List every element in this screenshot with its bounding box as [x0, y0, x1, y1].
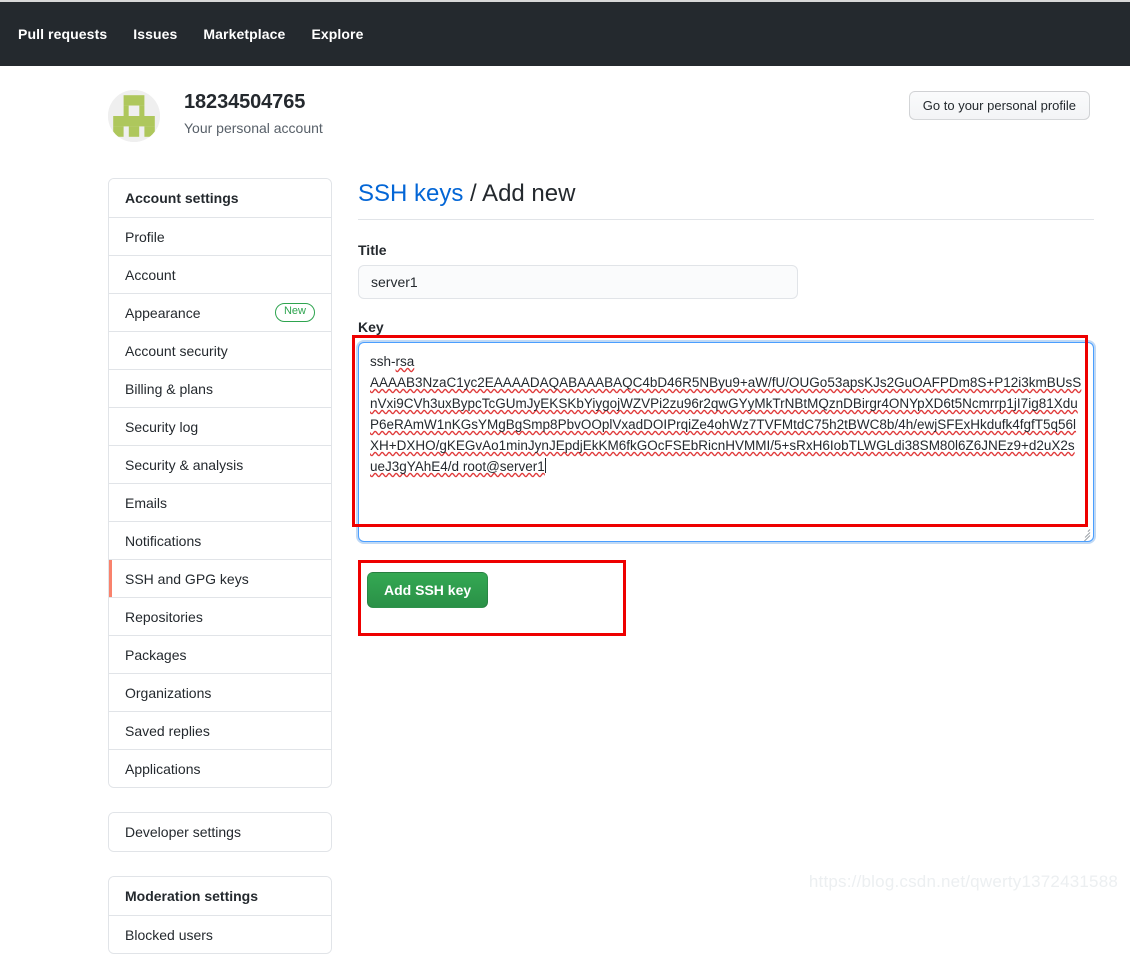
text-caret	[544, 458, 546, 474]
sidebar-item-appearance[interactable]: Appearance New	[109, 293, 331, 331]
sidebar-item-notifications[interactable]: Notifications	[109, 521, 331, 559]
sidebar-group-account-settings: Account settings Profile Account Appeara…	[108, 178, 332, 788]
title-field-label: Title	[358, 242, 387, 259]
sidebar-header-moderation-settings: Moderation settings	[109, 877, 331, 915]
sidebar-item-blocked-users[interactable]: Blocked users	[109, 915, 331, 953]
sidebar-item-repositories[interactable]: Repositories	[109, 597, 331, 635]
sidebar-item-security-and-analysis[interactable]: Security & analysis	[109, 445, 331, 483]
top-nav-links: Pull requests Issues Marketplace Explore	[18, 26, 364, 42]
sidebar-item-label: Account security	[125, 342, 228, 359]
sidebar-item-account[interactable]: Account	[109, 255, 331, 293]
sidebar-item-security-log[interactable]: Security log	[109, 407, 331, 445]
sidebar-item-saved-replies[interactable]: Saved replies	[109, 711, 331, 749]
sidebar-item-label: SSH and GPG keys	[125, 570, 249, 587]
resize-handle-icon[interactable]	[1077, 525, 1091, 542]
key-prefix-alg: rsa	[395, 354, 415, 370]
settings-sidebar: Account settings Profile Account Appeara…	[108, 178, 332, 978]
sidebar-item-label: Billing & plans	[125, 380, 213, 397]
page-body: Account settings Profile Account Appeara…	[0, 142, 1130, 978]
sidebar-item-profile[interactable]: Profile	[109, 217, 331, 255]
title-input[interactable]	[358, 265, 798, 300]
key-textarea[interactable]: ssh-rsa AAAAB3NzaC1yc2EAAAADAQABAAABAQC4b…	[358, 342, 1094, 543]
key-textarea-wrapper: ssh-rsa AAAAB3NzaC1yc2EAAAADAQABAAABAQC4b…	[352, 335, 1094, 543]
sidebar-item-label: Security log	[125, 418, 199, 435]
sidebar-item-billing-and-plans[interactable]: Billing & plans	[109, 369, 331, 407]
key-field-label: Key	[358, 319, 384, 336]
sidebar-group-developer-settings: Developer settings	[108, 812, 332, 852]
sidebar-item-label: Account	[125, 266, 176, 283]
sidebar-item-emails[interactable]: Emails	[109, 483, 331, 521]
sidebar-group-moderation-settings: Moderation settings Blocked users	[108, 876, 332, 954]
key-body: AAAAB3NzaC1yc2EAAAADAQABAAABAQC4bD46R5NB…	[370, 375, 1082, 475]
sidebar-item-account-security[interactable]: Account security	[109, 331, 331, 369]
nav-link-issues[interactable]: Issues	[133, 26, 177, 42]
sidebar-item-label: Saved replies	[125, 722, 210, 739]
page-title: SSH keys / Add new	[358, 178, 1094, 221]
go-to-personal-profile-button[interactable]: Go to your personal profile	[908, 91, 1090, 120]
new-badge: New	[274, 303, 315, 322]
add-ssh-key-button[interactable]: Add SSH key	[367, 572, 489, 609]
sidebar-item-label: Profile	[125, 228, 165, 245]
nav-link-explore[interactable]: Explore	[311, 26, 363, 42]
sidebar-item-ssh-and-gpg-keys[interactable]: SSH and GPG keys	[109, 559, 331, 597]
sidebar-header-label: Account settings	[125, 190, 239, 206]
sidebar-item-label: Security & analysis	[125, 456, 244, 473]
account-meta: 18234504765 Your personal account	[184, 88, 323, 136]
sidebar-item-packages[interactable]: Packages	[109, 635, 331, 673]
sidebar-item-organizations[interactable]: Organizations	[109, 673, 331, 711]
sidebar-item-applications[interactable]: Applications	[109, 749, 331, 787]
main-content: SSH keys / Add new Title Key ssh-rsa AAAA…	[332, 178, 1130, 637]
submit-zone: Add SSH key	[358, 560, 626, 637]
breadcrumb-ssh-keys-link[interactable]: SSH keys	[358, 180, 463, 207]
key-prefix: ssh-	[370, 354, 396, 370]
account-name: 18234504765	[184, 91, 306, 113]
sidebar-item-label: Appearance	[125, 304, 201, 321]
sidebar-item-label: Repositories	[125, 608, 203, 625]
page-title-suffix: / Add new	[463, 180, 576, 207]
identicon-avatar-icon	[108, 90, 160, 142]
sidebar-item-label: Notifications	[125, 532, 202, 549]
sidebar-item-developer-settings[interactable]: Developer settings	[109, 813, 331, 851]
sidebar-item-label: Blocked users	[125, 926, 213, 943]
sidebar-item-label: Packages	[125, 646, 187, 663]
sidebar-header-account-settings: Account settings	[109, 179, 331, 217]
sidebar-item-label: Applications	[125, 760, 201, 777]
avatar[interactable]	[108, 90, 160, 142]
sidebar-item-label: Organizations	[125, 684, 212, 701]
account-header: 18234504765 Your personal account Go to …	[0, 66, 1130, 142]
account-subtitle: Your personal account	[184, 120, 323, 136]
nav-link-marketplace[interactable]: Marketplace	[203, 26, 285, 42]
top-navigation-bar: Pull requests Issues Marketplace Explore	[0, 0, 1130, 66]
sidebar-item-label: Emails	[125, 494, 168, 511]
watermark: https://blog.csdn.net/qwerty1372431588	[808, 872, 1118, 891]
nav-link-pull-requests[interactable]: Pull requests	[18, 26, 107, 42]
sidebar-item-label: Developer settings	[125, 824, 241, 840]
